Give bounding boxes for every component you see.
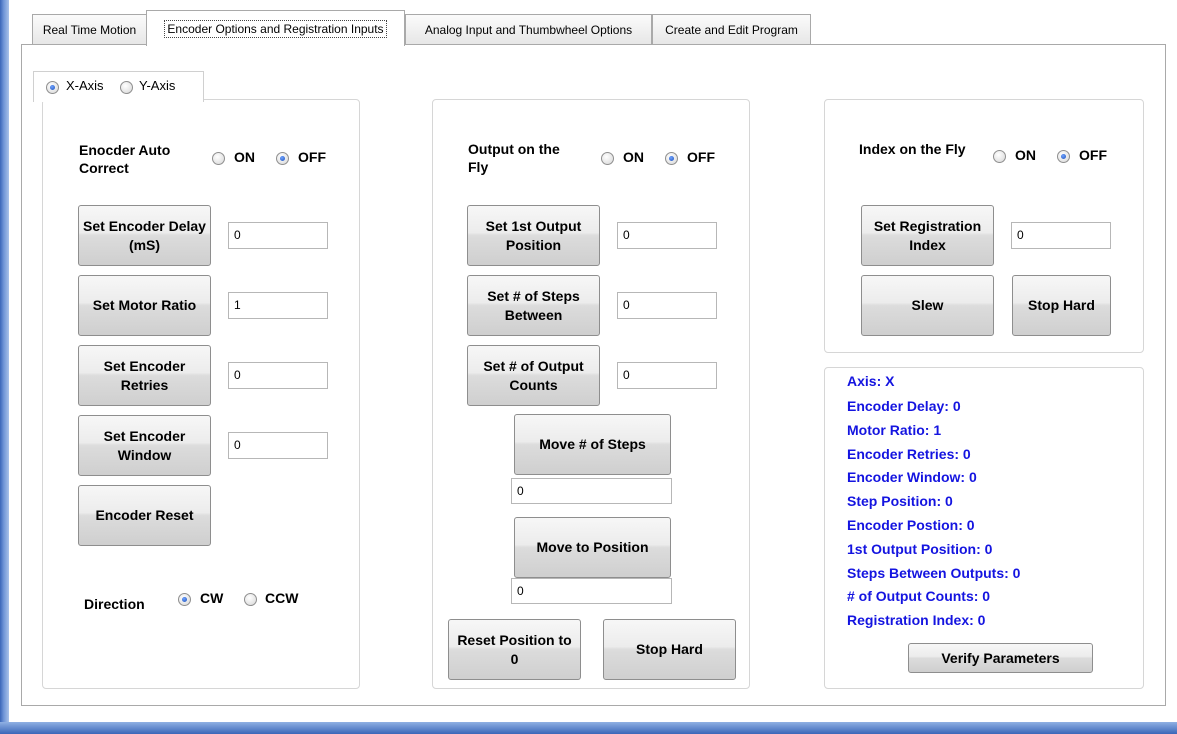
index-on-fly-off-radio[interactable] [1057, 150, 1070, 163]
tab-label: Real Time Motion [42, 23, 137, 37]
output-on-fly-off-label[interactable]: OFF [687, 149, 715, 165]
verify-parameters-button[interactable]: Verify Parameters [908, 643, 1093, 673]
output-on-fly-on-radio[interactable] [601, 152, 614, 165]
encoder-auto-correct-on-label[interactable]: ON [234, 149, 255, 165]
direction-cw-radio[interactable] [178, 593, 191, 606]
status-registration-index: Registration Index: 0 [847, 612, 986, 628]
y-axis-radio[interactable] [120, 81, 133, 94]
encoder-auto-correct-label: Enocder Auto Correct [79, 142, 171, 176]
status-encoder-retries: Encoder Retries: 0 [847, 446, 971, 462]
index-on-fly-on-label[interactable]: ON [1015, 147, 1036, 163]
tab-label: Analog Input and Thumbwheel Options [424, 23, 633, 37]
encoder-retries-field[interactable]: 0 [228, 362, 328, 389]
axis-selector: X-Axis Y-Axis [33, 71, 204, 102]
motor-ratio-field[interactable]: 1 [228, 292, 328, 319]
y-axis-label[interactable]: Y-Axis [139, 78, 175, 93]
status-step-position: Step Position: 0 [847, 493, 953, 509]
steps-between-field[interactable]: 0 [617, 292, 717, 319]
window-frame-left [0, 0, 9, 734]
status-output-counts: # of Output Counts: 0 [847, 588, 991, 604]
status-encoder-window: Encoder Window: 0 [847, 469, 977, 485]
move-steps-button[interactable]: Move # of Steps [514, 414, 671, 475]
index-on-fly-off-label[interactable]: OFF [1079, 147, 1107, 163]
tab-analog-input[interactable]: Analog Input and Thumbwheel Options [405, 14, 652, 45]
index-stop-hard-button[interactable]: Stop Hard [1012, 275, 1111, 336]
encoder-window-field[interactable]: 0 [228, 432, 328, 459]
status-axis: Axis: X [847, 373, 895, 389]
tab-label: Encoder Options and Registration Inputs [164, 20, 387, 38]
encoder-delay-field[interactable]: 0 [228, 222, 328, 249]
direction-ccw-label[interactable]: CCW [265, 590, 298, 606]
index-on-fly-label: Index on the Fly [859, 141, 966, 157]
output-on-fly-label: Output on the Fly [468, 141, 560, 175]
set-motor-ratio-button[interactable]: Set Motor Ratio [78, 275, 211, 336]
direction-cw-label[interactable]: CW [200, 590, 223, 606]
tab-label: Create and Edit Program [665, 23, 798, 37]
output-on-fly-on-label[interactable]: ON [623, 149, 644, 165]
tab-create-edit-program[interactable]: Create and Edit Program [652, 14, 811, 45]
encoder-auto-correct-on-radio[interactable] [212, 152, 225, 165]
status-encoder-delay: Encoder Delay: 0 [847, 398, 961, 414]
set-encoder-retries-button[interactable]: Set Encoder Retries [78, 345, 211, 406]
index-on-fly-on-radio[interactable] [993, 150, 1006, 163]
window-frame-bottom [0, 722, 1177, 734]
set-first-output-position-button[interactable]: Set 1st Output Position [467, 205, 600, 266]
set-encoder-delay-button[interactable]: Set Encoder Delay (mS) [78, 205, 211, 266]
tab-real-time-motion[interactable]: Real Time Motion [32, 14, 147, 45]
direction-label: Direction [84, 596, 145, 612]
output-counts-field[interactable]: 0 [617, 362, 717, 389]
encoder-auto-correct-off-radio[interactable] [276, 152, 289, 165]
tab-encoder-options[interactable]: Encoder Options and Registration Inputs [146, 10, 405, 46]
set-registration-index-button[interactable]: Set Registration Index [861, 205, 994, 266]
reset-position-button[interactable]: Reset Position to 0 [448, 619, 581, 680]
encoder-auto-correct-off-label[interactable]: OFF [298, 149, 326, 165]
set-output-counts-button[interactable]: Set # of Output Counts [467, 345, 600, 406]
output-on-fly-off-radio[interactable] [665, 152, 678, 165]
encoder-reset-button[interactable]: Encoder Reset [78, 485, 211, 546]
set-steps-between-button[interactable]: Set # of Steps Between [467, 275, 600, 336]
x-axis-label[interactable]: X-Axis [66, 78, 104, 93]
first-output-position-field[interactable]: 0 [617, 222, 717, 249]
status-motor-ratio: Motor Ratio: 1 [847, 422, 942, 438]
status-first-output-position: 1st Output Position: 0 [847, 541, 993, 557]
direction-ccw-radio[interactable] [244, 593, 257, 606]
move-to-position-field[interactable]: 0 [511, 578, 672, 604]
move-steps-field[interactable]: 0 [511, 478, 672, 504]
slew-button[interactable]: Slew [861, 275, 994, 336]
registration-index-field[interactable]: 0 [1011, 222, 1111, 249]
status-steps-between-outputs: Steps Between Outputs: 0 [847, 565, 1021, 581]
output-stop-hard-button[interactable]: Stop Hard [603, 619, 736, 680]
x-axis-radio[interactable] [46, 81, 59, 94]
move-to-position-button[interactable]: Move to Position [514, 517, 671, 578]
status-encoder-position: Encoder Postion: 0 [847, 517, 975, 533]
set-encoder-window-button[interactable]: Set Encoder Window [78, 415, 211, 476]
